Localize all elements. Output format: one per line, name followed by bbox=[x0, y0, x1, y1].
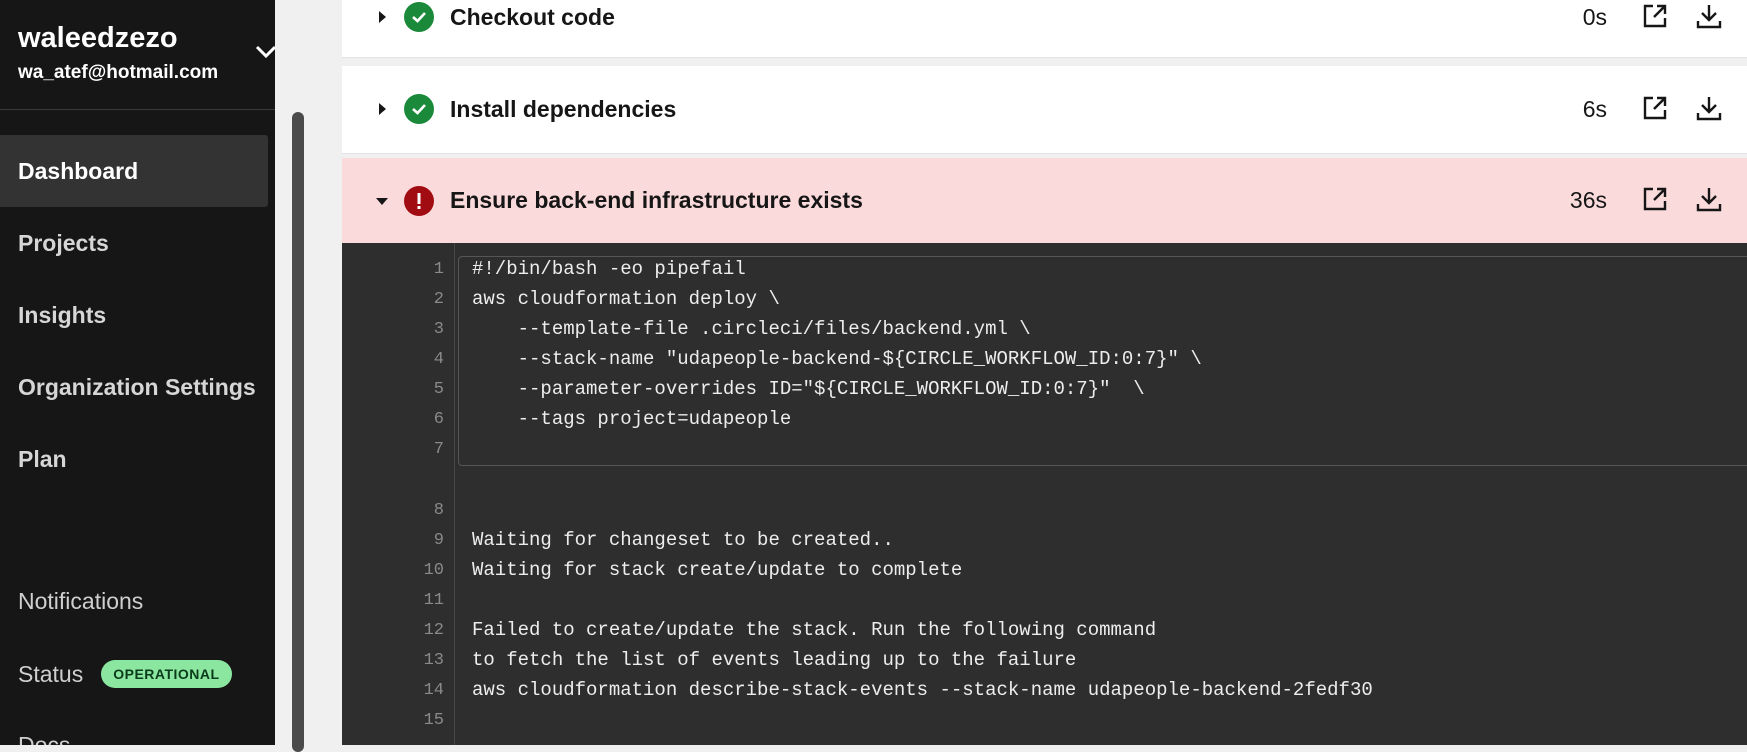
line-number: 15 bbox=[423, 711, 444, 730]
line-number: 8 bbox=[433, 501, 444, 520]
output-line: to fetch the list of events leading up t… bbox=[472, 649, 1077, 671]
line-number: 1 bbox=[433, 260, 444, 279]
chevron-down-icon[interactable] bbox=[252, 38, 275, 66]
line-number: 4 bbox=[433, 350, 444, 369]
notifications-link[interactable]: Notifications bbox=[18, 588, 143, 615]
check-circle-icon bbox=[404, 94, 434, 124]
line-number: 11 bbox=[423, 591, 444, 610]
nav-item-projects[interactable]: Projects bbox=[0, 207, 268, 279]
account-username: waleedzezo bbox=[18, 22, 178, 54]
nav-item-organization-settings[interactable]: Organization Settings bbox=[0, 351, 268, 423]
job-steps-panel: Checkout code 0s Install dependencies 6s bbox=[305, 0, 1747, 745]
step-row[interactable]: Checkout code 0s bbox=[342, 0, 1747, 58]
step-title: Ensure back-end infrastructure exists bbox=[450, 187, 863, 213]
code-line: aws cloudformation deploy \ bbox=[472, 288, 780, 310]
gutter-divider bbox=[454, 243, 455, 745]
exclamation-circle-icon bbox=[404, 186, 434, 216]
docs-link[interactable]: Docs bbox=[18, 732, 70, 745]
step-duration: 0s bbox=[1582, 4, 1607, 30]
code-line: --parameter-overrides ID="${CIRCLE_WORKF… bbox=[472, 378, 1145, 400]
step-row-failed[interactable]: Ensure back-end infrastructure exists 36… bbox=[342, 158, 1747, 243]
line-number: 10 bbox=[423, 561, 444, 580]
nav-item-plan[interactable]: Plan bbox=[0, 423, 268, 495]
external-link-icon[interactable] bbox=[1641, 185, 1671, 215]
download-icon[interactable] bbox=[1695, 2, 1725, 32]
account-switcher[interactable]: waleedzezo wa_atef@hotmail.com bbox=[18, 20, 268, 90]
external-link-icon[interactable] bbox=[1641, 94, 1671, 124]
line-number: 14 bbox=[423, 681, 444, 700]
sidebar: waleedzezo wa_atef@hotmail.com Dashboard… bbox=[0, 0, 275, 745]
step-duration: 6s bbox=[1582, 96, 1607, 122]
external-link-icon[interactable] bbox=[1641, 2, 1671, 32]
output-line: aws cloudformation describe-stack-events… bbox=[472, 679, 1373, 701]
nav-item-insights[interactable]: Insights bbox=[0, 279, 268, 351]
code-line: --stack-name "udapeople-backend-${CIRCLE… bbox=[472, 348, 1202, 370]
check-circle-icon bbox=[404, 2, 434, 32]
status-label: Status bbox=[18, 660, 84, 687]
line-number: 2 bbox=[433, 290, 444, 309]
status-badge: OPERATIONAL bbox=[101, 660, 232, 688]
step-duration: 36s bbox=[1569, 187, 1607, 213]
step-title: Checkout code bbox=[450, 4, 615, 30]
step-row[interactable]: Install dependencies 6s bbox=[342, 66, 1747, 154]
download-icon[interactable] bbox=[1695, 185, 1725, 215]
status-link[interactable]: Status OPERATIONAL bbox=[18, 660, 232, 688]
output-line: Failed to create/update the stack. Run t… bbox=[472, 619, 1157, 641]
caret-down-icon[interactable] bbox=[374, 193, 390, 209]
nav-item-dashboard[interactable]: Dashboard bbox=[0, 135, 268, 207]
line-number: 6 bbox=[433, 410, 444, 429]
caret-right-icon[interactable] bbox=[374, 9, 390, 25]
line-number: 5 bbox=[433, 380, 444, 399]
account-email: wa_atef@hotmail.com bbox=[18, 62, 219, 83]
output-line: Waiting for changeset to be created.. bbox=[472, 529, 894, 551]
caret-right-icon[interactable] bbox=[374, 101, 390, 117]
download-icon[interactable] bbox=[1695, 94, 1725, 124]
step-title: Install dependencies bbox=[450, 96, 677, 122]
line-number: 7 bbox=[433, 440, 444, 459]
output-line: Waiting for stack create/update to compl… bbox=[472, 559, 963, 581]
line-number: 13 bbox=[423, 651, 444, 670]
code-line: #!/bin/bash -eo pipefail bbox=[472, 258, 746, 280]
account-divider bbox=[0, 109, 275, 110]
line-number: 9 bbox=[433, 531, 444, 550]
code-line: --template-file .circleci/files/backend.… bbox=[472, 318, 1031, 340]
line-number: 12 bbox=[423, 621, 444, 640]
step-output-terminal[interactable]: 1 #!/bin/bash -eo pipefail 2 aws cloudfo… bbox=[342, 243, 1747, 745]
line-number: 3 bbox=[433, 320, 444, 339]
sidebar-scrollbar[interactable] bbox=[292, 112, 304, 752]
code-line: --tags project=udapeople bbox=[472, 408, 792, 430]
